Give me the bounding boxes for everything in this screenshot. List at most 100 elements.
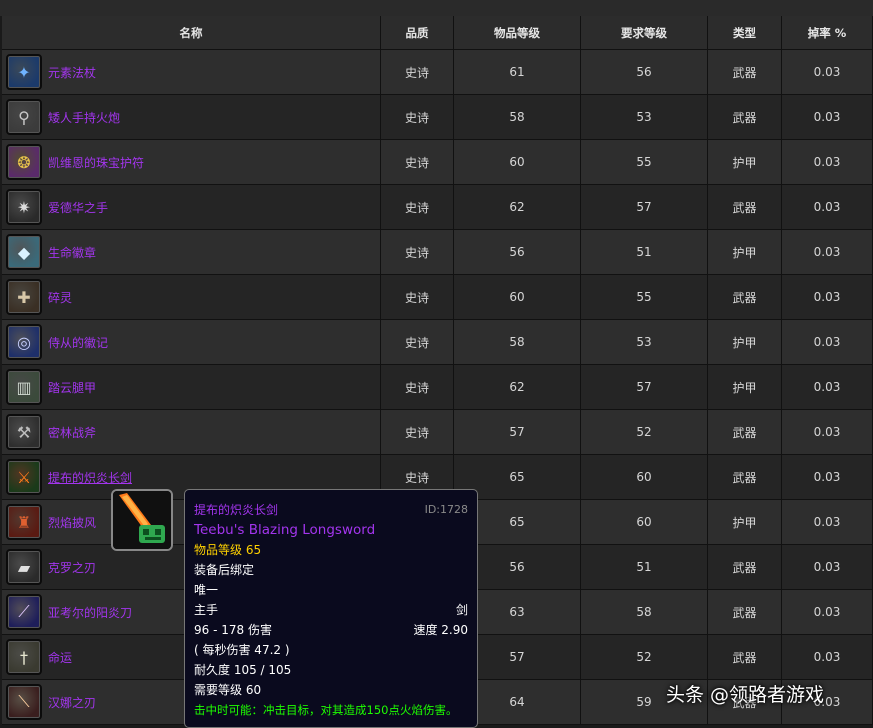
cell-req-level: 56 [581, 50, 708, 95]
item-link[interactable]: 踏云腿甲 [48, 379, 96, 396]
cell-name: ▥ 踏云腿甲 [2, 365, 381, 410]
item-link[interactable]: 凯维恩的珠宝护符 [48, 154, 144, 171]
cell-type: 护甲 [708, 140, 782, 185]
item-link[interactable]: 侍从的徽记 [48, 334, 108, 351]
item-link[interactable]: 亚考尔的阳炎刀 [48, 604, 132, 621]
cell-item-level: 60 [454, 140, 581, 185]
blade-icon[interactable]: ⟋ [6, 594, 42, 630]
item-link[interactable]: 生命徽章 [48, 244, 96, 261]
item-link[interactable]: 爱德华之手 [48, 199, 108, 216]
cell-req-level: 53 [581, 320, 708, 365]
table-row: ◎ 侍从的徽记 史诗 58 53 护甲 0.03 [2, 320, 873, 365]
cell-quality: 史诗 [381, 320, 454, 365]
cell-item-level: 61 [454, 50, 581, 95]
item-link[interactable]: 汉娜之刃 [48, 694, 96, 711]
cell-drop-rate: 0.03 [782, 635, 873, 680]
tooltip-weapon-type: 剑 [455, 603, 468, 617]
item-link[interactable]: 矮人手持火炮 [48, 109, 120, 126]
item-link[interactable]: 碎灵 [48, 289, 72, 306]
cell-drop-rate: 0.03 [782, 365, 873, 410]
table-row: ⚲ 矮人手持火炮 史诗 58 53 武器 0.03 [2, 95, 873, 140]
item-link[interactable]: 元素法杖 [48, 64, 96, 81]
cell-name: ✚ 碎灵 [2, 275, 381, 320]
cell-req-level: 55 [581, 140, 708, 185]
cell-quality: 史诗 [381, 140, 454, 185]
tooltip-slot: 主手 [194, 603, 219, 617]
staff-icon[interactable]: ✦ [6, 54, 42, 90]
item-link[interactable]: 密林战斧 [48, 424, 96, 441]
cell-req-level: 52 [581, 410, 708, 455]
greatsword-icon[interactable]: † [6, 639, 42, 675]
col-type[interactable]: 类型 [708, 16, 782, 50]
cleaver-icon[interactable]: ▰ [6, 549, 42, 585]
cell-req-level: 51 [581, 230, 708, 275]
table-row: ✷ 爱德华之手 史诗 62 57 武器 0.03 [2, 185, 873, 230]
cell-type: 武器 [708, 545, 782, 590]
col-quality[interactable]: 品质 [381, 16, 454, 50]
col-req-level[interactable]: 要求等级 [581, 16, 708, 50]
item-link[interactable]: 克罗之刃 [48, 559, 96, 576]
dagger-icon[interactable]: ⟍ [6, 684, 42, 720]
tooltip-speed: 速度 2.90 [413, 623, 468, 637]
gem-icon[interactable]: ◆ [6, 234, 42, 270]
cell-drop-rate: 0.03 [782, 230, 873, 275]
cell-item-level: 56 [454, 230, 581, 275]
hand-cannon-icon[interactable]: ⚲ [6, 99, 42, 135]
cell-req-level: 51 [581, 545, 708, 590]
cell-drop-rate: 0.03 [782, 185, 873, 230]
crossbow-icon[interactable]: ✚ [6, 279, 42, 315]
table-row: ✚ 碎灵 史诗 60 55 武器 0.03 [2, 275, 873, 320]
tooltip-req-level: 需要等级 60 [194, 683, 262, 697]
cell-name: ⚲ 矮人手持火炮 [2, 95, 381, 140]
claw-icon[interactable]: ✷ [6, 189, 42, 225]
cell-name: ◆ 生命徽章 [2, 230, 381, 275]
cloak-icon[interactable]: ♜ [6, 504, 42, 540]
tooltip-item-name: 提布的炽炎长剑 [194, 503, 279, 517]
cell-quality: 史诗 [381, 50, 454, 95]
col-drop-rate[interactable]: 掉率 % [782, 16, 873, 50]
tooltip-binding: 装备后绑定 [194, 563, 255, 577]
cell-drop-rate: 0.03 [782, 95, 873, 140]
table-row: ⚒ 密林战斧 史诗 57 52 武器 0.03 [2, 410, 873, 455]
cell-quality: 史诗 [381, 365, 454, 410]
col-name[interactable]: 名称 [2, 16, 381, 50]
axe-icon[interactable]: ⚒ [6, 414, 42, 450]
cell-req-level: 58 [581, 590, 708, 635]
cell-req-level: 60 [581, 455, 708, 500]
item-link[interactable]: 命运 [48, 649, 72, 666]
cell-quality: 史诗 [381, 185, 454, 230]
cell-item-level: 62 [454, 185, 581, 230]
cell-type: 护甲 [708, 365, 782, 410]
tooltip-item-name-en: Teebu's Blazing Longsword [194, 522, 376, 538]
cell-req-level: 53 [581, 95, 708, 140]
amulet-icon[interactable]: ❂ [6, 144, 42, 180]
ring-icon[interactable]: ◎ [6, 324, 42, 360]
cell-name: ⚒ 密林战斧 [2, 410, 381, 455]
tooltip-item-id: ID:1728 [424, 503, 468, 516]
cell-name: ✷ 爱德华之手 [2, 185, 381, 230]
top-bar [0, 0, 873, 16]
cell-req-level: 57 [581, 365, 708, 410]
cell-drop-rate: 0.03 [782, 50, 873, 95]
cell-item-level: 58 [454, 320, 581, 365]
cell-drop-rate: 0.03 [782, 140, 873, 185]
cell-quality: 史诗 [381, 95, 454, 140]
cell-drop-rate: 0.03 [782, 455, 873, 500]
table-row: ❂ 凯维恩的珠宝护符 史诗 60 55 护甲 0.03 [2, 140, 873, 185]
cell-quality: 史诗 [381, 410, 454, 455]
table-header: 名称 品质 物品等级 要求等级 类型 掉率 % [2, 16, 873, 50]
item-link[interactable]: 烈焰披风 [48, 514, 96, 531]
cell-quality: 史诗 [381, 230, 454, 275]
cell-drop-rate: 0.03 [782, 275, 873, 320]
col-item-level[interactable]: 物品等级 [454, 16, 581, 50]
cell-req-level: 52 [581, 635, 708, 680]
item-link[interactable]: 提布的炽炎长剑 [48, 469, 132, 486]
cell-name: ◎ 侍从的徽记 [2, 320, 381, 365]
cell-quality: 史诗 [381, 275, 454, 320]
cell-item-level: 57 [454, 410, 581, 455]
table-row: ◆ 生命徽章 史诗 56 51 护甲 0.03 [2, 230, 873, 275]
leggings-icon[interactable]: ▥ [6, 369, 42, 405]
flame-sword-icon [111, 489, 173, 551]
flame-sword-icon[interactable]: ⚔ [6, 459, 42, 495]
tooltip-item-level: 物品等级 65 [194, 543, 262, 557]
